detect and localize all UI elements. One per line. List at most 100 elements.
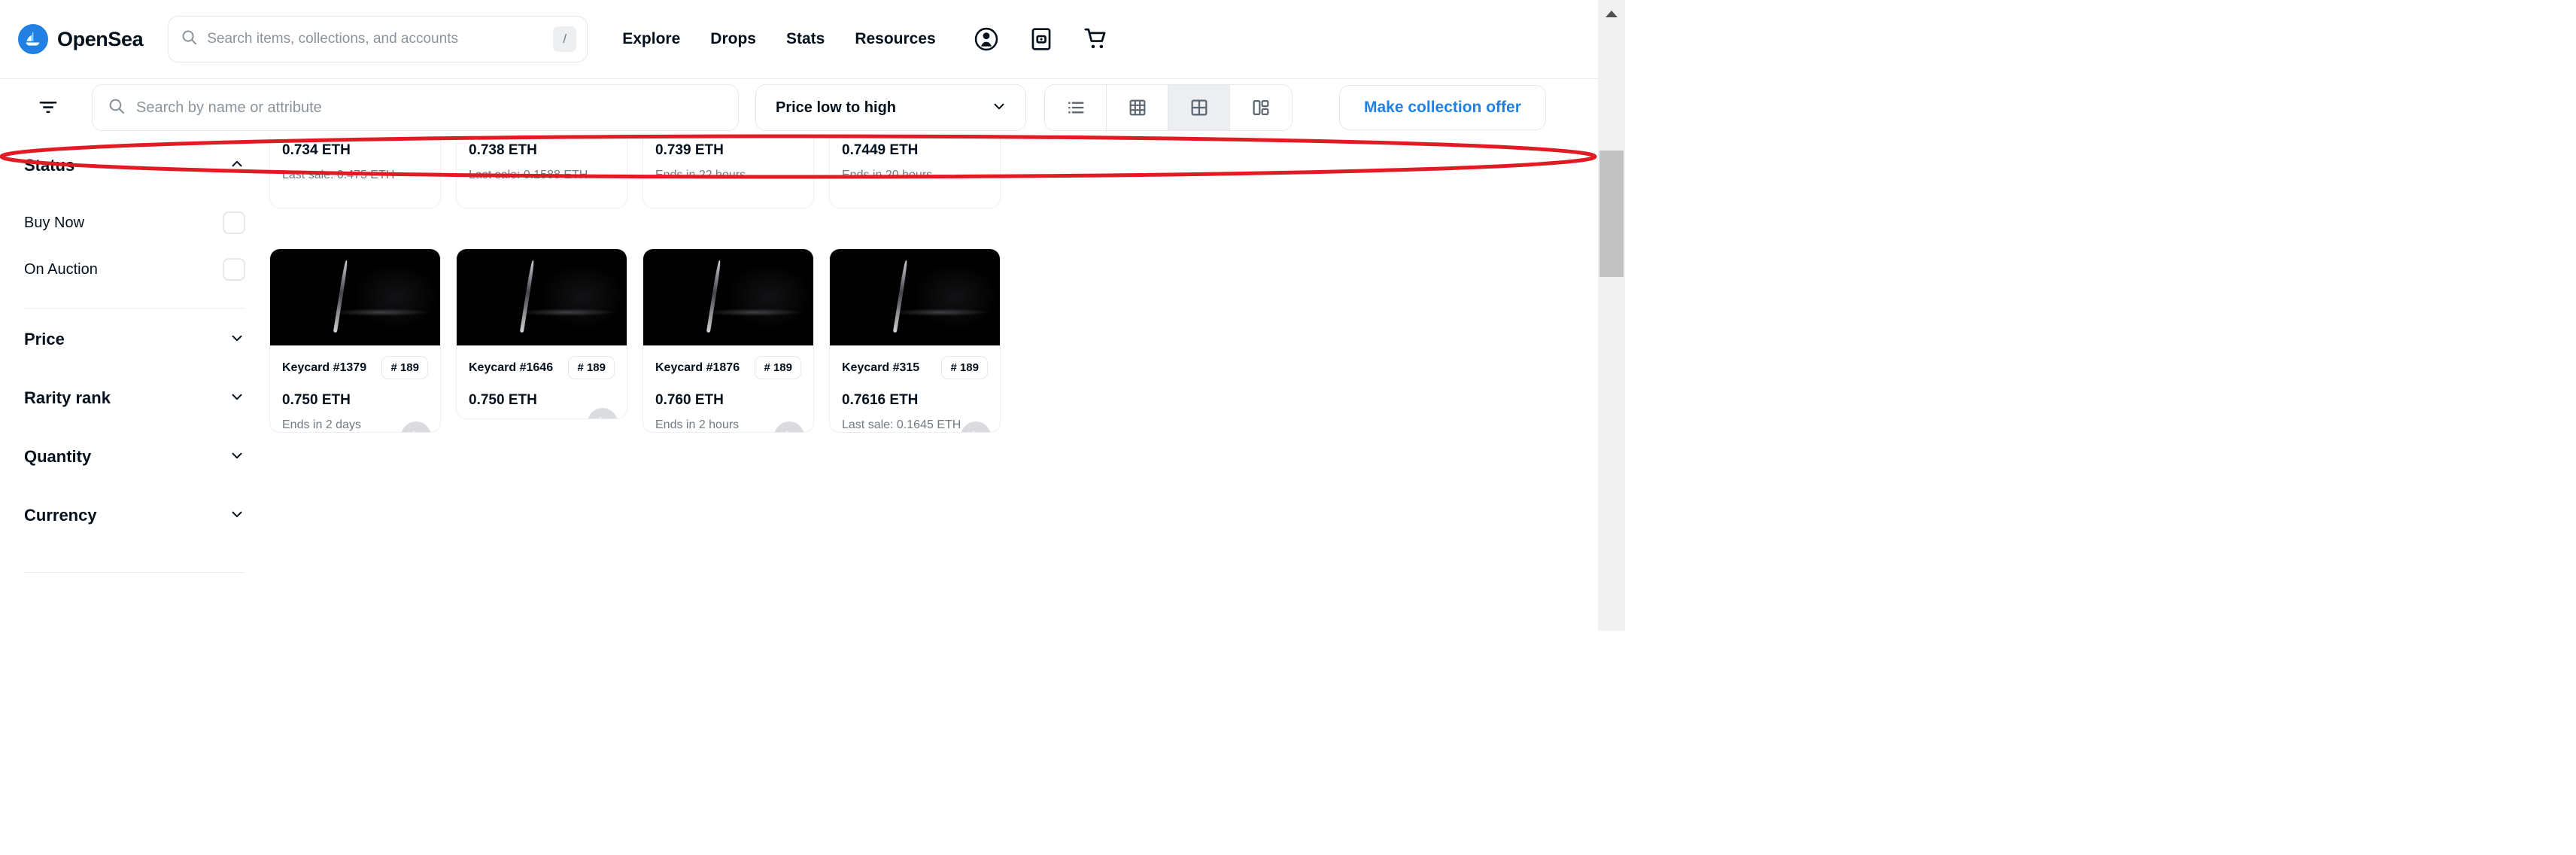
item-price: 0.7449 ETH [842,142,919,158]
item-name: Keycard #1646 [469,361,554,374]
brand-name: OpenSea [57,27,144,50]
rarity-rank-badge: # 189 [381,356,428,379]
item-media-thumbnail[interactable] [270,249,440,345]
chevron-down-icon [229,330,245,350]
chevron-up-icon [229,156,245,176]
item-name: Keycard #1379 [282,361,367,374]
filter-section-currency[interactable]: Currency [24,486,245,545]
item-subtext: Last sale: 0.475 ETH [282,169,395,181]
on-auction-checkbox[interactable] [223,258,245,281]
item-media-thumbnail[interactable] [830,249,1000,345]
nav-links: Explore Drops Stats Resources [622,30,935,48]
view-toggle-small-grid[interactable] [1107,85,1168,130]
search-icon [108,97,126,119]
item-price: 0.7616 ETH [842,392,919,408]
account-icon[interactable] [971,23,1002,55]
view-toggle-large-grid[interactable] [1168,85,1230,130]
item-card[interactable]: Keycard #315 # 189 0.7616 ETH Last sale:… [829,248,1001,433]
item-subtext: Ends in 22 hours [655,169,746,181]
item-price: 0.738 ETH [469,142,537,158]
media-glow [724,262,813,330]
filter-section-title: Quantity [24,447,92,466]
media-blade-shape [893,260,909,333]
filter-option-on-auction[interactable]: On Auction [24,251,245,288]
filter-section-title: Status [24,156,75,175]
view-toggle-list[interactable] [1045,85,1107,130]
scroll-up-arrow-icon[interactable] [1598,0,1625,27]
media-blade-shape [706,260,722,333]
item-card[interactable]: Keycard #1646 # 189 0.750 ETH [456,248,627,419]
table-row[interactable]: 0.734 ETH Last sale: 0.475 ETH [269,136,441,208]
vertical-scrollbar[interactable] [1598,0,1625,631]
opensea-logo[interactable]: OpenSea [18,24,144,54]
sidebar-divider [24,572,245,573]
filter-section-status[interactable]: Status [24,136,245,195]
opensea-app-window: OpenSea / Explore Drops Stats Resources [0,0,1625,631]
item-price: 0.734 ETH [282,142,351,158]
chevron-down-icon [229,447,245,467]
media-horizon-glow [891,309,990,317]
item-card[interactable]: Keycard #1876 # 189 0.760 ETH Ends in 2 … [642,248,814,433]
media-glow [351,262,440,330]
search-icon [181,29,198,50]
sort-selected-value: Price low to high [776,99,897,116]
nav-link-explore[interactable]: Explore [622,30,680,48]
item-grid: 0.734 ETH Last sale: 0.475 ETH 0.738 ETH… [269,136,1598,631]
sort-dropdown[interactable]: Price low to high [755,84,1026,131]
rarity-rank-badge: # 189 [568,356,615,379]
filter-section-rarity-rank[interactable]: Rarity rank [24,369,245,428]
chevron-down-icon [229,506,245,526]
view-mode-toggle [1044,84,1293,131]
media-horizon-glow [331,309,430,317]
filter-section-title: Currency [24,506,97,525]
nav-icon-group [971,23,1112,55]
buy-now-checkbox[interactable] [223,211,245,234]
search-shortcut-key: / [553,26,577,52]
item-name: Keycard #1876 [655,361,740,374]
nav-link-stats[interactable]: Stats [786,30,825,48]
media-blade-shape [520,260,536,333]
item-media-thumbnail[interactable] [643,249,813,345]
chevron-down-icon [229,388,245,409]
filter-option-label: On Auction [24,260,98,278]
global-search[interactable]: / [168,16,588,62]
sidebar-divider [24,308,245,309]
media-glow [911,262,1000,330]
item-search[interactable] [92,84,739,131]
item-price: 0.760 ETH [655,392,724,408]
item-name: Keycard #315 [842,361,920,374]
top-navigation-bar: OpenSea / Explore Drops Stats Resources [0,0,1598,79]
item-media-thumbnail[interactable] [457,249,627,345]
play-icon[interactable] [588,408,618,418]
table-row[interactable]: 0.7449 ETH Ends in 20 hours [829,136,1001,208]
rarity-rank-badge: # 189 [941,356,988,379]
make-collection-offer-button[interactable]: Make collection offer [1339,85,1546,130]
nav-link-resources[interactable]: Resources [855,30,935,48]
opensea-boat-logo-icon [18,24,48,54]
cart-icon[interactable] [1080,23,1112,55]
media-horizon-glow [518,309,617,317]
nav-link-drops[interactable]: Drops [710,30,756,48]
wallet-icon[interactable] [1025,23,1057,55]
scrollbar-thumb[interactable] [1599,151,1624,277]
item-price: 0.750 ETH [282,392,351,408]
media-horizon-glow [704,309,803,317]
table-row[interactable]: 0.739 ETH Ends in 22 hours [642,136,814,208]
item-subtext: Ends in 20 hours [842,169,933,181]
filter-section-title: Rarity rank [24,388,111,407]
search-input[interactable] [207,31,554,47]
view-toggle-detail[interactable] [1230,85,1292,130]
filter-section-quantity[interactable]: Quantity [24,428,245,486]
item-price: 0.739 ETH [655,142,724,158]
media-blade-shape [333,260,349,333]
filter-sidebar: Status Buy Now On Auction Price Rarity r… [0,136,269,631]
filter-option-buy-now[interactable]: Buy Now [24,204,245,242]
table-row[interactable]: 0.738 ETH Last sale: 0.1588 ETH [456,136,627,208]
filter-icon[interactable] [36,96,60,120]
chevron-down-icon [991,98,1007,118]
filter-section-price[interactable]: Price [24,310,245,369]
item-card[interactable]: Keycard #1379 # 189 0.750 ETH Ends in 2 … [269,248,441,433]
item-search-input[interactable] [136,99,738,117]
filter-option-label: Buy Now [24,214,85,231]
item-price: 0.750 ETH [469,392,537,408]
